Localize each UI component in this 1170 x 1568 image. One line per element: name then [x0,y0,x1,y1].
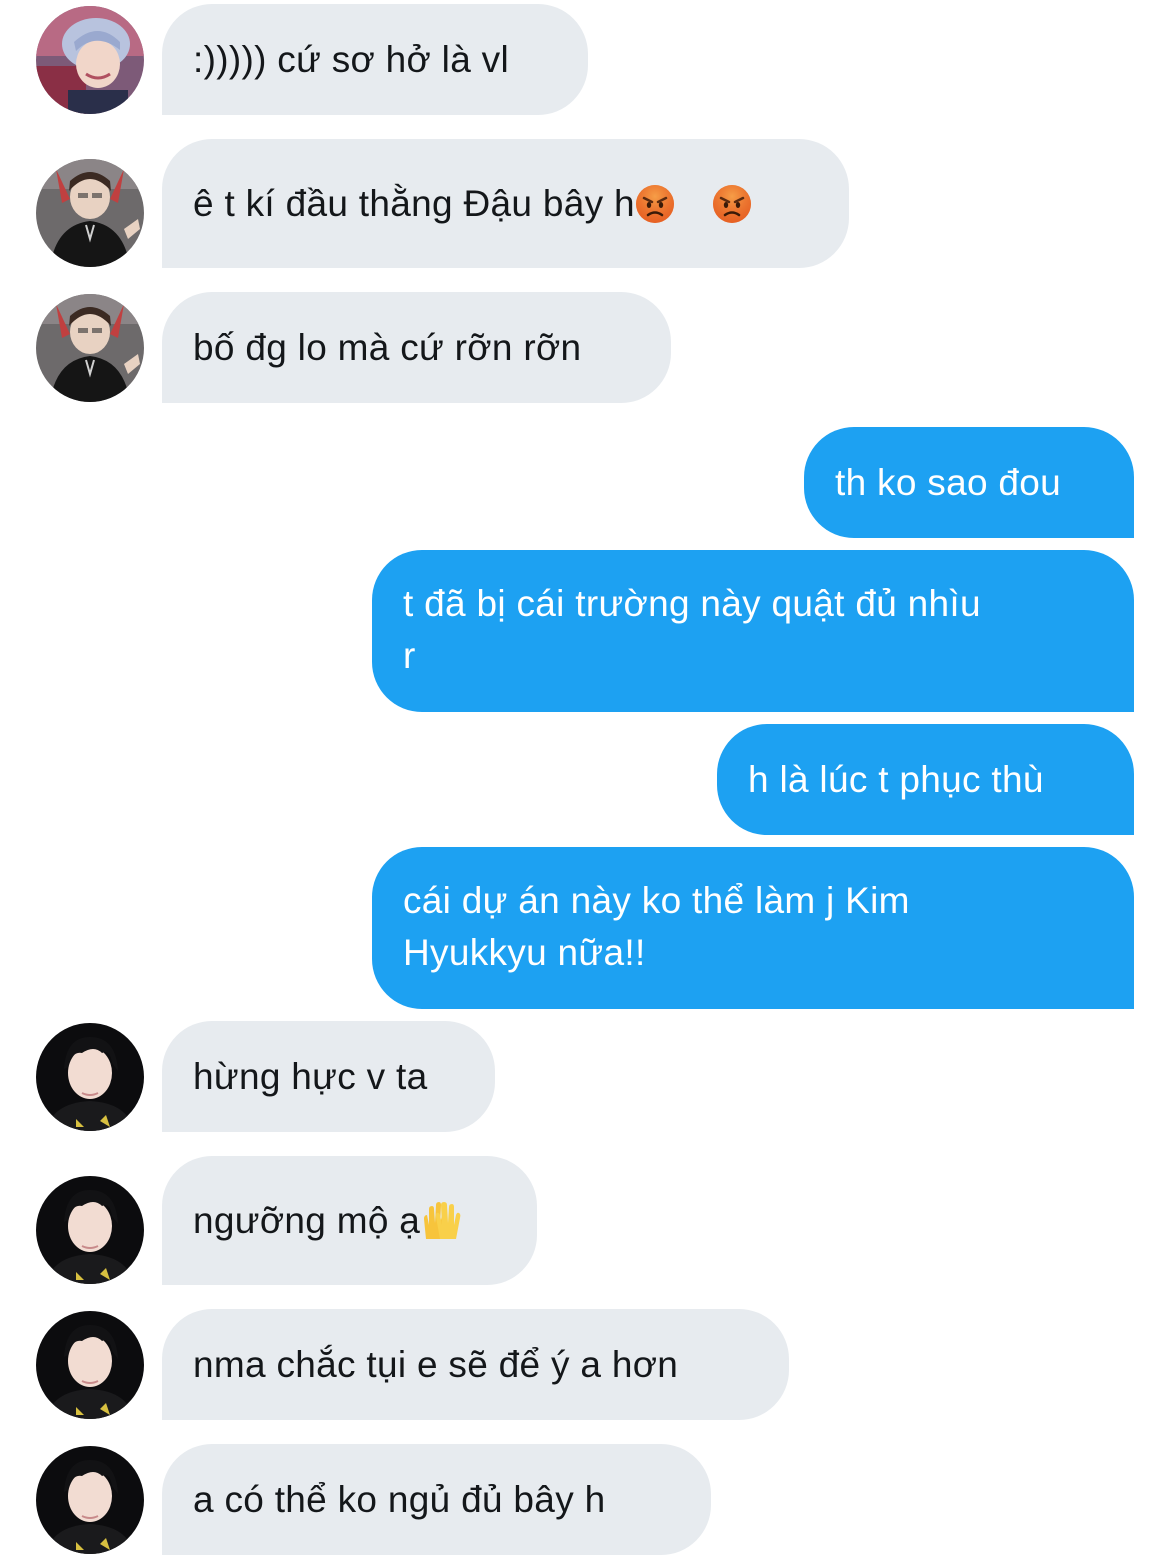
message-text: t đã bị cái trường này quật đủ nhìu r [403,583,981,676]
avatar-dark-hair-icon[interactable] [36,1446,144,1554]
incoming-bubble[interactable]: :))))) cứ sơ hở là vl [162,4,588,115]
avatar-black-shirt-icon[interactable] [36,294,144,402]
outgoing-bubble[interactable]: th ko sao đou [804,427,1134,538]
incoming-bubble[interactable]: nma chắc tụi e sẽ để ý a hơn [162,1309,789,1420]
message-text: ê t kí đầu thằng Đậu bây h [193,182,635,224]
avatar-dark-hair-icon[interactable] [36,1311,144,1419]
avatar-black-shirt-icon[interactable] [36,159,144,267]
message-text: nma chắc tụi e sẽ để ý a hơn [193,1343,679,1385]
raising-hands-icon [420,1097,483,1345]
message-text: th ko sao đou [835,461,1062,503]
incoming-bubble[interactable]: bố đg lo mà cứ rỡn rỡn [162,292,671,403]
incoming-bubble[interactable]: a có thể ko ngủ đủ bây h [162,1444,711,1555]
message-text: hừng hực v ta [193,1055,428,1097]
message-text: a có thể ko ngủ đủ bây h [193,1478,606,1520]
outgoing-bubble[interactable]: cái dự án này ko thể làm j Kim Hyukkyu n… [372,847,1134,1009]
angry-face-icon [712,80,775,328]
message-text: cái dự án này ko thể làm j Kim Hyukkyu n… [403,880,910,973]
message-text: ngưỡng mộ ạ [193,1199,421,1241]
angry-face-icon [634,80,698,328]
message-text: :))))) cứ sơ hở là vl [193,38,509,80]
message-text: bố đg lo mà cứ rỡn rỡn [193,326,582,368]
avatar-dark-hair-icon[interactable] [36,1176,144,1284]
message-text: h là lúc t phục thù [748,758,1044,800]
incoming-bubble[interactable]: ngưỡng mộ ạ [162,1156,537,1285]
outgoing-bubble[interactable]: h là lúc t phục thù [717,724,1134,835]
outgoing-bubble[interactable]: t đã bị cái trường này quật đủ nhìu r [372,550,1134,712]
incoming-bubble[interactable]: ê t kí đầu thằng Đậu bây h [162,139,849,268]
avatar-pink-hair-icon[interactable] [36,6,144,114]
avatar-dark-hair-icon[interactable] [36,1023,144,1131]
